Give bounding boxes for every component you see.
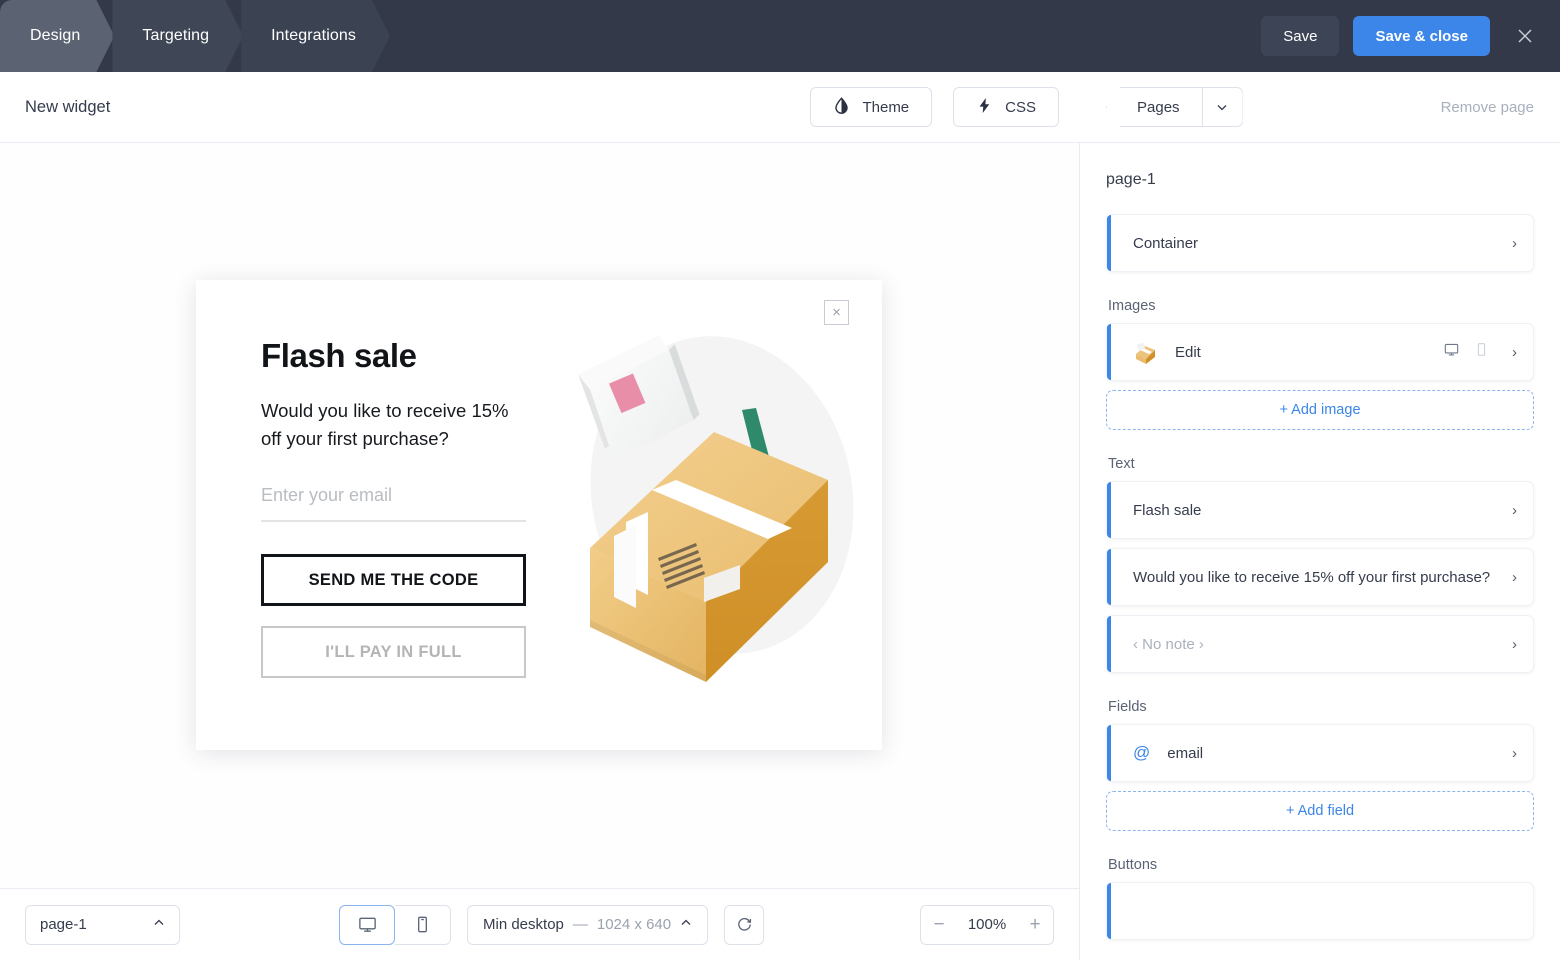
structure-item-label: Edit — [1175, 343, 1201, 361]
save-and-close-button[interactable]: Save & close — [1353, 16, 1490, 56]
viewport-size-dims: 1024 x 640 — [596, 916, 672, 933]
chevron-up-icon — [153, 916, 165, 933]
widget-subheadline: Would you like to receive 15% off your f… — [261, 400, 509, 450]
lightning-bolt-icon — [976, 97, 993, 118]
viewport-size-selector[interactable]: Min desktop — 1024 x 640 — [467, 904, 709, 945]
add-field-button[interactable]: + Add field — [1106, 791, 1534, 831]
desktop-monitor-icon[interactable] — [1443, 341, 1460, 363]
zoom-in-button[interactable]: + — [1017, 906, 1053, 944]
page-title: New widget — [25, 97, 111, 116]
structure-item-container[interactable]: Container › — [1106, 214, 1534, 272]
mobile-phone-icon[interactable] — [395, 904, 451, 945]
structure-item-image-edit[interactable]: Edit › — [1106, 323, 1534, 381]
structure-item-label: Flash sale — [1133, 501, 1202, 519]
close-icon[interactable] — [1508, 19, 1542, 53]
group-label-fields: Fields — [1108, 699, 1147, 715]
pages-button-label: Pages — [1137, 98, 1180, 116]
structure-panel: Pages Remove page page-1 Container › Ima… — [1080, 72, 1560, 960]
zoom-controls: − 100% + — [920, 904, 1054, 945]
widget-primary-button[interactable]: SEND ME THE CODE — [261, 554, 526, 607]
save-button[interactable]: Save — [1261, 16, 1340, 56]
contrast-droplet-icon — [833, 96, 850, 118]
tab-design-label: Design — [30, 27, 81, 44]
desktop-monitor-icon[interactable] — [339, 904, 395, 945]
device-toggle-group — [339, 904, 451, 945]
group-label-images: Images — [1108, 298, 1156, 314]
at-sign-icon: @ — [1133, 743, 1151, 762]
primary-tabs: Design Targeting Integrations — [0, 0, 388, 72]
chevron-right-icon: › — [1512, 568, 1517, 586]
structure-item-text-note[interactable]: ‹ No note › › — [1106, 615, 1534, 673]
widget-preview: × Flash sale Would you like to receive 1… — [196, 280, 882, 750]
tab-targeting-label: Targeting — [142, 27, 210, 44]
zoom-out-button[interactable]: − — [921, 906, 957, 944]
pages-button[interactable]: Pages — [1106, 87, 1243, 127]
structure-item-label: ‹ No note › — [1133, 635, 1204, 653]
viewport-size-label: Min desktop — [483, 916, 564, 933]
structure-item-label: Container — [1133, 234, 1199, 252]
structure-item-text-headline[interactable]: Flash sale › — [1106, 481, 1534, 539]
css-button[interactable]: CSS — [953, 87, 1059, 127]
image-device-toggles — [1443, 341, 1490, 363]
chevron-right-icon: › — [1512, 501, 1517, 519]
chevron-right-icon: › — [1512, 635, 1517, 653]
widget-canvas: × Flash sale Would you like to receive 1… — [0, 143, 1080, 888]
package-thumbnail-icon — [1133, 339, 1159, 365]
structure-item-text-subheadline[interactable]: Would you like to receive 15% off your f… — [1106, 548, 1534, 606]
structure-panel-header: Pages Remove page — [1080, 72, 1560, 143]
top-bar: Design Targeting Integrations Save Save … — [0, 0, 1560, 72]
top-bar-spacer — [388, 0, 1261, 72]
package-box-illustration — [554, 290, 874, 730]
widget-content: Flash sale Would you like to receive 15%… — [261, 337, 551, 679]
structure-list: page-1 Container › Images Edit › + Add i… — [1080, 143, 1560, 960]
page-selector-label: page-1 — [40, 916, 87, 933]
theme-button[interactable]: Theme — [810, 87, 933, 127]
mobile-phone-icon[interactable] — [1473, 341, 1490, 363]
tab-integrations[interactable]: Integrations — [241, 0, 390, 72]
theme-button-label: Theme — [862, 98, 910, 116]
widget-secondary-button[interactable]: I'LL PAY IN FULL — [261, 626, 526, 679]
structure-item-field-email[interactable]: @ email › — [1106, 724, 1534, 782]
tab-design[interactable]: Design — [0, 0, 114, 72]
page-selector[interactable]: page-1 — [25, 904, 180, 945]
structure-item-label: email — [1167, 744, 1204, 762]
widget-email-input[interactable]: Enter your email — [261, 485, 526, 523]
chevron-right-icon: › — [1512, 343, 1517, 361]
structure-item-label: Would you like to receive 15% off your f… — [1133, 568, 1491, 586]
tab-targeting[interactable]: Targeting — [112, 0, 243, 72]
structure-item-button[interactable] — [1106, 882, 1534, 940]
add-image-button[interactable]: + Add image — [1106, 390, 1534, 430]
viewport-size-dash: — — [572, 916, 588, 933]
viewport-controls: Min desktop — 1024 x 640 — [339, 904, 765, 945]
group-label-text: Text — [1108, 456, 1135, 472]
chevron-right-icon: › — [1512, 234, 1517, 252]
css-button-label: CSS — [1005, 98, 1036, 116]
top-bar-actions: Save Save & close — [1261, 0, 1560, 72]
editor-subheader: New widget Theme CSS — [0, 72, 1080, 143]
widget-headline: Flash sale — [261, 337, 417, 374]
chevron-right-icon: › — [1512, 744, 1517, 762]
tab-integrations-label: Integrations — [271, 27, 356, 44]
chevron-up-icon — [680, 916, 692, 933]
canvas-toolbar: page-1 Min desktop — 1024 x 640 − 100% + — [0, 888, 1080, 960]
current-page-label: page-1 — [1106, 171, 1156, 188]
chevron-down-icon[interactable] — [1201, 88, 1242, 126]
group-label-buttons: Buttons — [1108, 857, 1158, 873]
zoom-level-value: 100% — [967, 916, 1007, 933]
refresh-icon[interactable] — [724, 904, 765, 945]
remove-page-button[interactable]: Remove page — [1441, 99, 1534, 116]
